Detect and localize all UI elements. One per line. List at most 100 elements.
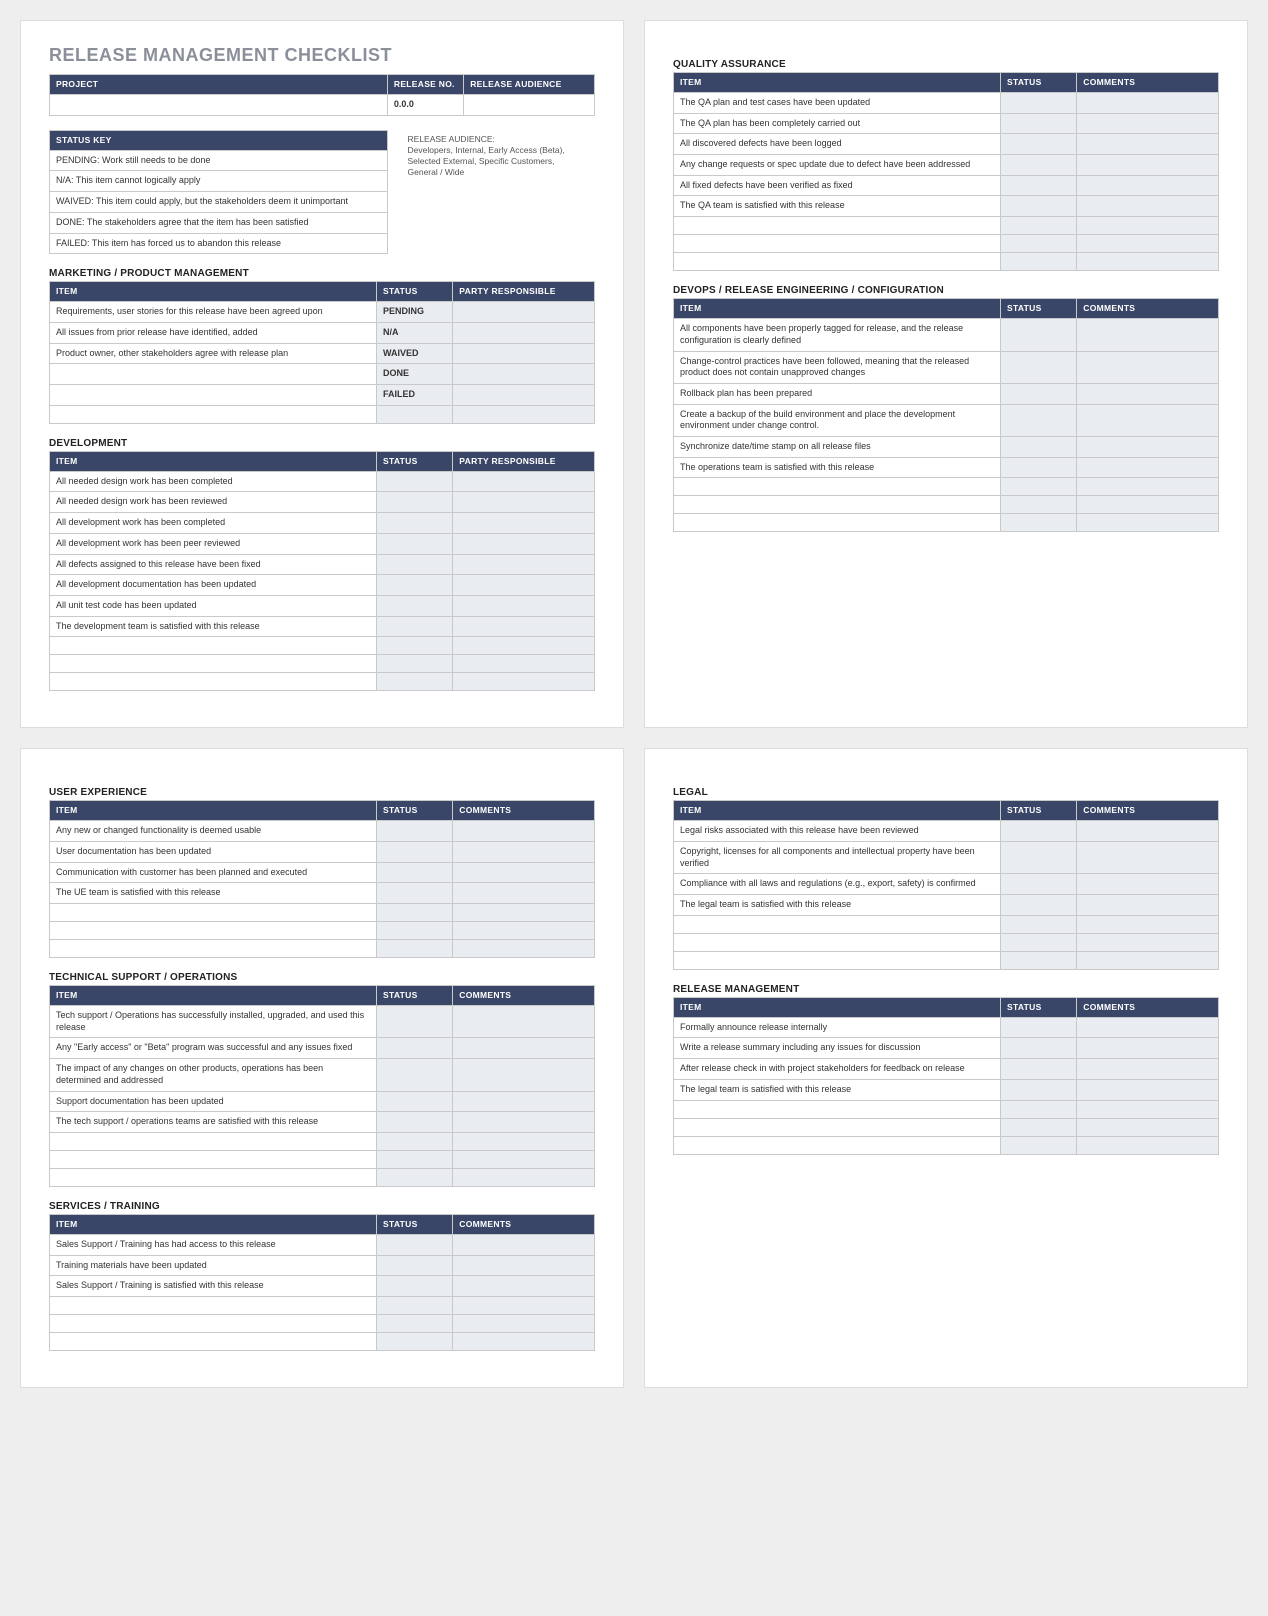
third-cell[interactable] <box>453 385 595 406</box>
status-cell[interactable] <box>377 1276 453 1297</box>
status-cell[interactable] <box>1001 319 1077 351</box>
third-cell[interactable] <box>453 364 595 385</box>
item-cell[interactable] <box>50 940 377 958</box>
item-cell[interactable]: All unit test code has been updated <box>50 595 377 616</box>
item-cell[interactable] <box>674 514 1001 532</box>
status-cell[interactable]: PENDING <box>377 302 453 323</box>
third-cell[interactable] <box>1077 1100 1219 1118</box>
third-cell[interactable] <box>453 637 595 655</box>
item-cell[interactable] <box>50 1315 377 1333</box>
item-cell[interactable]: Create a backup of the build environment… <box>674 404 1001 436</box>
item-cell[interactable] <box>50 673 377 691</box>
status-cell[interactable] <box>1001 93 1077 114</box>
item-cell[interactable]: Communication with customer has been pla… <box>50 862 377 883</box>
third-cell[interactable] <box>1077 478 1219 496</box>
status-cell[interactable] <box>377 1038 453 1059</box>
status-cell[interactable] <box>377 595 453 616</box>
status-cell[interactable] <box>1001 514 1077 532</box>
third-cell[interactable] <box>1077 175 1219 196</box>
status-cell[interactable] <box>377 883 453 904</box>
third-cell[interactable] <box>1077 155 1219 176</box>
third-cell[interactable] <box>1077 951 1219 969</box>
status-cell[interactable] <box>377 1112 453 1133</box>
status-cell[interactable] <box>377 1006 453 1038</box>
third-cell[interactable] <box>453 862 595 883</box>
item-cell[interactable]: The tech support / operations teams are … <box>50 1112 377 1133</box>
third-cell[interactable] <box>453 1006 595 1038</box>
item-cell[interactable] <box>50 904 377 922</box>
item-cell[interactable]: Formally announce release internally <box>674 1017 1001 1038</box>
third-cell[interactable] <box>453 904 595 922</box>
third-cell[interactable] <box>1077 1038 1219 1059</box>
status-cell[interactable] <box>1001 113 1077 134</box>
status-cell[interactable] <box>1001 895 1077 916</box>
third-cell[interactable] <box>1077 383 1219 404</box>
third-cell[interactable] <box>453 841 595 862</box>
status-cell[interactable] <box>1001 196 1077 217</box>
item-cell[interactable]: After release check in with project stak… <box>674 1059 1001 1080</box>
item-cell[interactable]: The development team is satisfied with t… <box>50 616 377 637</box>
release-no-cell[interactable]: 0.0.0 <box>387 95 463 116</box>
item-cell[interactable] <box>50 405 377 423</box>
third-cell[interactable] <box>1077 457 1219 478</box>
status-cell[interactable] <box>377 616 453 637</box>
third-cell[interactable] <box>453 1297 595 1315</box>
third-cell[interactable] <box>453 616 595 637</box>
item-cell[interactable]: Product owner, other stakeholders agree … <box>50 343 377 364</box>
third-cell[interactable] <box>453 1255 595 1276</box>
status-cell[interactable] <box>377 821 453 842</box>
item-cell[interactable]: All needed design work has been complete… <box>50 471 377 492</box>
status-cell[interactable] <box>1001 841 1077 873</box>
status-cell[interactable] <box>1001 437 1077 458</box>
status-cell[interactable] <box>1001 1118 1077 1136</box>
item-cell[interactable]: All development work has been peer revie… <box>50 533 377 554</box>
status-cell[interactable] <box>1001 951 1077 969</box>
item-cell[interactable] <box>674 915 1001 933</box>
status-cell[interactable] <box>377 637 453 655</box>
item-cell[interactable]: The UE team is satisfied with this relea… <box>50 883 377 904</box>
third-cell[interactable] <box>453 575 595 596</box>
item-cell[interactable]: Sales Support / Training has had access … <box>50 1234 377 1255</box>
status-cell[interactable] <box>377 1255 453 1276</box>
status-cell[interactable] <box>1001 235 1077 253</box>
item-cell[interactable]: The legal team is satisfied with this re… <box>674 1079 1001 1100</box>
third-cell[interactable] <box>1077 895 1219 916</box>
status-cell[interactable] <box>1001 175 1077 196</box>
status-cell[interactable] <box>377 1297 453 1315</box>
status-cell[interactable] <box>377 1234 453 1255</box>
item-cell[interactable]: The impact of any changes on other produ… <box>50 1059 377 1091</box>
status-cell[interactable] <box>377 513 453 534</box>
status-cell[interactable] <box>1001 821 1077 842</box>
third-cell[interactable] <box>1077 235 1219 253</box>
third-cell[interactable] <box>1077 1136 1219 1154</box>
third-cell[interactable] <box>453 821 595 842</box>
third-cell[interactable] <box>453 1276 595 1297</box>
status-cell[interactable] <box>1001 217 1077 235</box>
status-cell[interactable] <box>377 841 453 862</box>
item-cell[interactable]: User documentation has been updated <box>50 841 377 862</box>
third-cell[interactable] <box>453 1059 595 1091</box>
item-cell[interactable] <box>50 1168 377 1186</box>
item-cell[interactable] <box>50 1132 377 1150</box>
item-cell[interactable] <box>674 951 1001 969</box>
item-cell[interactable]: Copyright, licenses for all components a… <box>674 841 1001 873</box>
item-cell[interactable]: Synchronize date/time stamp on all relea… <box>674 437 1001 458</box>
item-cell[interactable]: The legal team is satisfied with this re… <box>674 895 1001 916</box>
status-cell[interactable] <box>1001 1059 1077 1080</box>
item-cell[interactable]: Rollback plan has been prepared <box>674 383 1001 404</box>
status-cell[interactable] <box>377 405 453 423</box>
status-cell[interactable]: FAILED <box>377 385 453 406</box>
third-cell[interactable] <box>1077 404 1219 436</box>
status-cell[interactable]: WAIVED <box>377 343 453 364</box>
third-cell[interactable] <box>453 655 595 673</box>
item-cell[interactable] <box>50 922 377 940</box>
item-cell[interactable]: The QA plan and test cases have been upd… <box>674 93 1001 114</box>
item-cell[interactable] <box>50 1297 377 1315</box>
third-cell[interactable] <box>1077 319 1219 351</box>
third-cell[interactable] <box>453 405 595 423</box>
third-cell[interactable] <box>453 513 595 534</box>
item-cell[interactable]: All fixed defects have been verified as … <box>674 175 1001 196</box>
third-cell[interactable] <box>453 1315 595 1333</box>
status-cell[interactable] <box>1001 155 1077 176</box>
status-cell[interactable] <box>377 673 453 691</box>
